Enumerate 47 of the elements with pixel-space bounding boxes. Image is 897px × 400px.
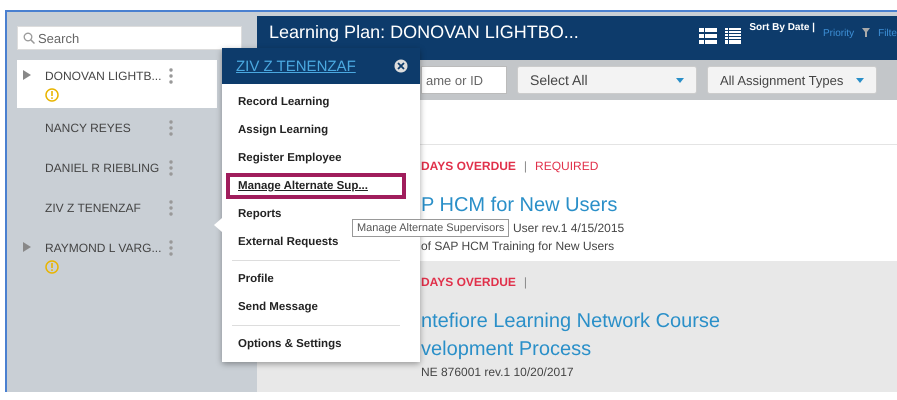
menu-item[interactable]: Profile	[226, 266, 406, 292]
more-options-icon[interactable]	[169, 120, 173, 136]
employee-row[interactable]: RAYMOND L VARG...	[17, 228, 217, 286]
expand-icon[interactable]	[23, 70, 31, 80]
separator: |	[524, 159, 528, 173]
search-icon	[23, 32, 35, 44]
more-options-icon[interactable]	[169, 68, 173, 84]
caret-icon	[856, 78, 864, 82]
name-search-field[interactable]: ame or ID	[421, 66, 507, 94]
employee-row[interactable]: ZIV Z TENENZAF	[17, 188, 217, 228]
close-icon[interactable]	[394, 59, 408, 73]
list-view-icon[interactable]	[699, 28, 718, 44]
menu-item[interactable]: Register Employee	[226, 145, 406, 171]
menu-item[interactable]: Manage Alternate Sup...	[226, 173, 406, 199]
employee-name: RAYMOND L VARG...	[45, 241, 162, 255]
page-title: Learning Plan: DONOVAN LIGHTBO...	[269, 22, 580, 43]
more-options-icon[interactable]	[169, 240, 173, 256]
menu-item[interactable]: Send Message	[226, 294, 406, 320]
dropdown[interactable]: All Assignment Types	[707, 66, 877, 94]
filter-icon[interactable]	[862, 28, 870, 37]
overdue-status: DAYS OVERDUE	[421, 275, 516, 289]
course-description: of SAP HCM Training for New Users	[421, 239, 616, 253]
separator: |	[524, 275, 528, 289]
menu-item[interactable]: Record Learning	[226, 89, 406, 115]
menu-item[interactable]: Assign Learning	[226, 117, 406, 143]
course-meta: User rev.1 4/15/2015	[513, 221, 626, 235]
more-options-icon[interactable]	[169, 160, 173, 176]
dropdown[interactable]: Select All	[517, 66, 697, 94]
employee-name: ZIV Z TENENZAF	[45, 201, 142, 215]
sort-label: Sort By Date |	[749, 22, 815, 33]
overdue-status: DAYS OVERDUE	[421, 159, 516, 173]
compact-list-icon[interactable]	[725, 28, 742, 44]
employee-name: DANIEL R RIEBLING	[45, 161, 160, 175]
required-tag: REQUIRED	[535, 159, 598, 173]
caret-icon	[676, 78, 684, 82]
employee-name: DONOVAN LIGHTB...	[45, 69, 162, 83]
course-title[interactable]: P HCM for New Users	[421, 193, 897, 217]
employee-row[interactable]: DANIEL R RIEBLING	[17, 148, 217, 188]
tooltip: Manage Alternate Supervisors	[352, 219, 510, 237]
menu-item[interactable]: Options & Settings	[226, 331, 406, 357]
employee-row[interactable]: NANCY REYES	[17, 108, 217, 148]
expand-icon[interactable]	[23, 242, 31, 252]
employee-row[interactable]: DONOVAN LIGHTB...	[17, 60, 217, 108]
more-options-icon[interactable]	[169, 200, 173, 216]
employee-name: NANCY REYES	[45, 121, 132, 135]
search-field[interactable]: Search	[17, 26, 242, 50]
course-meta: NE 876001 rev.1 10/20/2017	[421, 365, 575, 379]
